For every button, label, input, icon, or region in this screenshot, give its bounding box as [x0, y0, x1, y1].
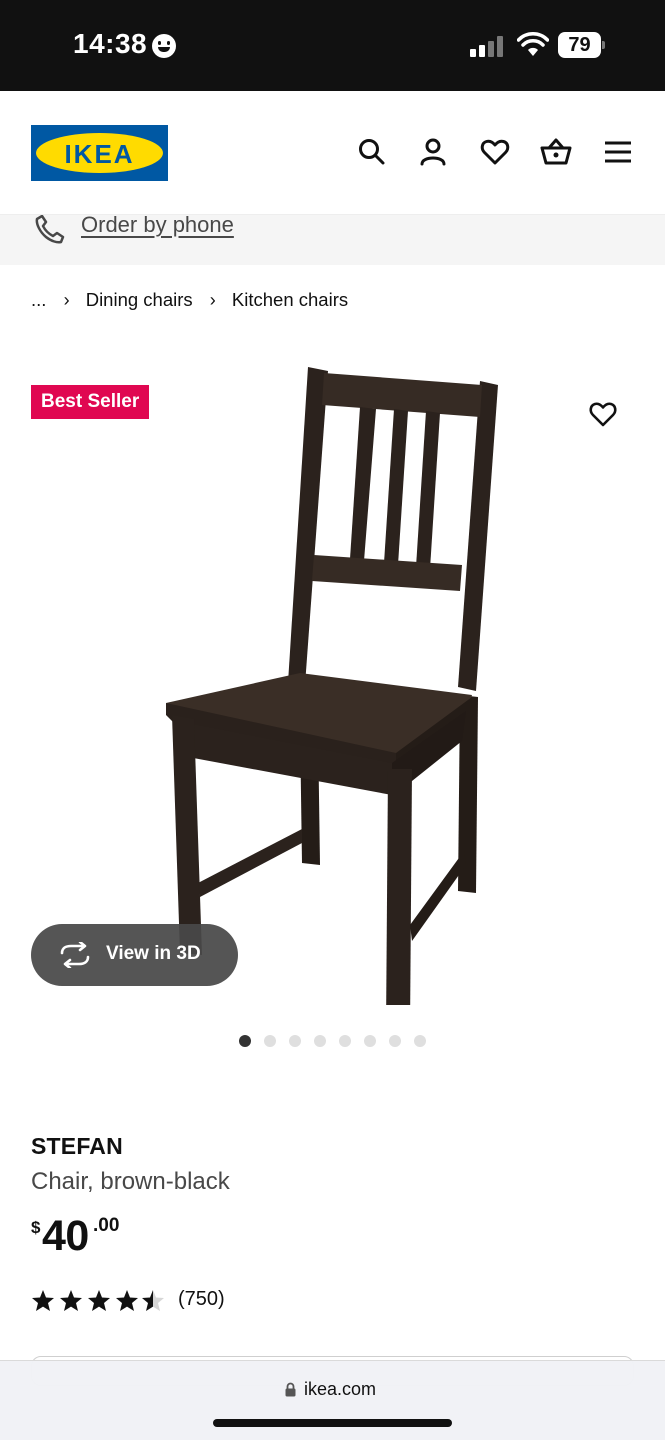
- rotate-3d-icon: [60, 942, 90, 968]
- wifi-icon: [517, 32, 549, 56]
- ikea-logo[interactable]: IKEA: [31, 125, 168, 181]
- best-seller-badge: Best Seller: [31, 385, 150, 419]
- gallery-dot[interactable]: [364, 1035, 376, 1047]
- breadcrumb: ... › Dining chairs › Kitchen chairs: [31, 288, 348, 314]
- gallery-dot[interactable]: [264, 1035, 276, 1047]
- menu-icon[interactable]: [602, 136, 634, 168]
- favorites-icon[interactable]: [479, 136, 511, 168]
- battery-level: 79: [558, 32, 601, 58]
- gallery-dot[interactable]: [289, 1035, 301, 1047]
- order-by-phone-link[interactable]: Order by phone: [81, 212, 234, 238]
- price-decimal: .00: [93, 1215, 120, 1236]
- view-in-3d-label: View in 3D: [106, 943, 201, 964]
- lock-icon: [285, 1382, 296, 1397]
- view-in-3d-button[interactable]: View in 3D: [31, 924, 238, 986]
- home-indicator[interactable]: [213, 1419, 452, 1427]
- browser-url[interactable]: ikea.com: [304, 1379, 376, 1400]
- chair-product-image: [166, 367, 498, 1005]
- price-currency: $: [31, 1218, 41, 1237]
- chevron-right-icon: ›: [63, 289, 70, 310]
- browser-address-bar[interactable]: ikea.com: [0, 1360, 665, 1440]
- gallery-dot[interactable]: [414, 1035, 426, 1047]
- gallery-dot[interactable]: [239, 1035, 251, 1047]
- gallery-dot[interactable]: [339, 1035, 351, 1047]
- status-bar: 14:38 79: [0, 0, 665, 91]
- order-by-phone-banner: Order by phone: [0, 212, 665, 265]
- product-description: Chair, brown-black: [31, 1168, 230, 1195]
- breadcrumb-item-kitchen-chairs[interactable]: Kitchen chairs: [232, 289, 348, 311]
- chevron-right-icon: ›: [209, 289, 216, 310]
- rating-count: (750): [178, 1288, 225, 1310]
- site-header: IKEA: [0, 91, 665, 215]
- status-time: 14:38: [73, 28, 148, 59]
- phone-icon: [35, 215, 65, 244]
- star-rating-icon: [32, 1290, 164, 1311]
- logo-text: IKEA: [64, 139, 135, 169]
- cellular-signal-icon: [470, 35, 506, 57]
- product-gallery[interactable]: Best Seller View in 3D: [0, 335, 665, 1025]
- account-icon[interactable]: [417, 136, 449, 168]
- heart-icon[interactable]: [588, 399, 618, 429]
- search-icon[interactable]: [356, 136, 388, 168]
- gallery-dot[interactable]: [389, 1035, 401, 1047]
- battery-tip: [602, 41, 605, 49]
- breadcrumb-ellipsis[interactable]: ...: [31, 289, 46, 311]
- shopping-bag-icon[interactable]: [540, 136, 572, 168]
- breadcrumb-item-dining-chairs[interactable]: Dining chairs: [86, 289, 193, 311]
- price-integer: 40: [42, 1212, 89, 1260]
- product-name: STEFAN: [31, 1133, 123, 1159]
- emoji-icon: [152, 34, 176, 58]
- battery-icon: 79: [558, 32, 605, 58]
- gallery-dot[interactable]: [314, 1035, 326, 1047]
